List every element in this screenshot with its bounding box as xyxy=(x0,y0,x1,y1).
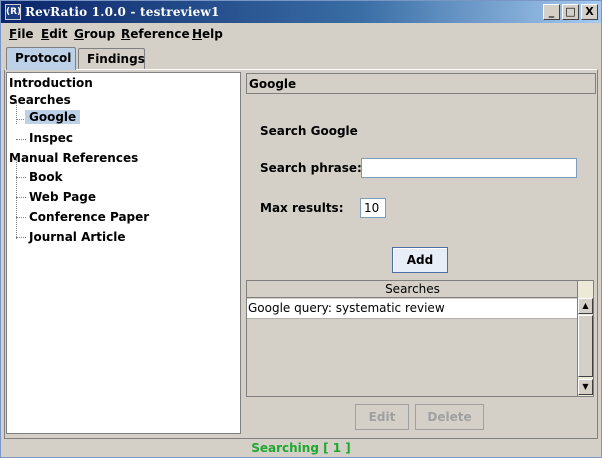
tree-item-searches[interactable]: Searches xyxy=(9,93,71,107)
menu-reference-label: eference xyxy=(130,27,190,41)
menu-file-label: ile xyxy=(17,27,34,41)
tree-item-book[interactable]: Book xyxy=(29,170,63,184)
max-results-input[interactable] xyxy=(360,198,386,218)
table-row[interactable]: Google query: systematic review xyxy=(247,299,577,319)
scroll-up-icon[interactable]: ▲ xyxy=(578,298,593,314)
menu-reference[interactable]: Reference xyxy=(121,27,190,41)
menu-file[interactable]: File xyxy=(9,27,34,41)
tree-item-manual-references[interactable]: Manual References xyxy=(9,151,138,165)
menu-file-mnemonic: F xyxy=(9,27,18,41)
app-logo-icon: (R) xyxy=(5,4,21,20)
window-controls: _ □ X xyxy=(541,4,598,20)
minimize-button[interactable]: _ xyxy=(543,4,560,20)
tree-item-web-page[interactable]: Web Page xyxy=(29,190,96,204)
tab-findings[interactable]: Findings xyxy=(78,48,145,69)
column-header-searches[interactable]: Searches xyxy=(247,281,578,298)
tree-item-journal-article[interactable]: Journal Article xyxy=(29,230,126,244)
menu-edit[interactable]: Edit xyxy=(41,27,68,41)
tree-item-introduction[interactable]: Introduction xyxy=(9,76,93,90)
title-bar[interactable]: (R) RevRatio 1.0.0 - testreview1 _ □ X xyxy=(1,1,601,23)
search-phrase-input[interactable] xyxy=(361,158,577,178)
menu-edit-label: dit xyxy=(49,27,68,41)
add-button[interactable]: Add xyxy=(392,247,448,273)
searches-table: Searches Google query: systematic review… xyxy=(246,280,594,397)
menu-edit-mnemonic: E xyxy=(41,27,50,41)
tree-connector xyxy=(16,159,17,239)
vertical-scrollbar[interactable]: ▲ ▼ xyxy=(577,281,593,396)
menu-group[interactable]: Group xyxy=(74,27,115,41)
menu-bar: File Edit Group Reference Help xyxy=(1,23,601,45)
max-results-label: Max results: xyxy=(260,201,344,215)
menu-help-mnemonic: H xyxy=(192,27,203,41)
section-title: Search Google xyxy=(260,124,358,138)
scroll-thumb[interactable] xyxy=(578,315,593,377)
app-window: (R) RevRatio 1.0.0 - testreview1 _ □ X Fil… xyxy=(0,0,602,458)
tree-connector xyxy=(16,139,26,140)
menu-group-mnemonic: G xyxy=(74,27,84,41)
menu-reference-mnemonic: R xyxy=(121,27,131,41)
menu-help[interactable]: Help xyxy=(192,27,223,41)
close-button[interactable]: X xyxy=(581,4,598,20)
window-title: RevRatio 1.0.0 - testreview1 xyxy=(25,5,220,19)
search-phrase-label: Search phrase: xyxy=(260,161,362,175)
tree-connector xyxy=(16,197,26,198)
status-text: Searching [ 1 ] xyxy=(251,441,351,455)
scroll-down-icon[interactable]: ▼ xyxy=(578,379,593,395)
menu-group-label: roup xyxy=(83,27,116,41)
delete-button[interactable]: Delete xyxy=(415,404,484,430)
tab-protocol[interactable]: Protocol xyxy=(6,47,76,70)
protocol-tree[interactable]: Introduction Searches Google Inspec Manu… xyxy=(6,72,241,434)
tree-item-conference-paper[interactable]: Conference Paper xyxy=(29,210,149,224)
tree-item-google[interactable]: Google xyxy=(25,110,81,124)
edit-button[interactable]: Edit xyxy=(355,404,409,430)
maximize-button[interactable]: □ xyxy=(562,4,579,20)
menu-help-label: elp xyxy=(202,27,223,41)
tree-connector xyxy=(16,177,26,178)
tree-item-inspec[interactable]: Inspec xyxy=(29,131,73,145)
tree-connector xyxy=(16,237,26,238)
tree-connector xyxy=(16,217,26,218)
panel-header: Google xyxy=(246,73,596,94)
